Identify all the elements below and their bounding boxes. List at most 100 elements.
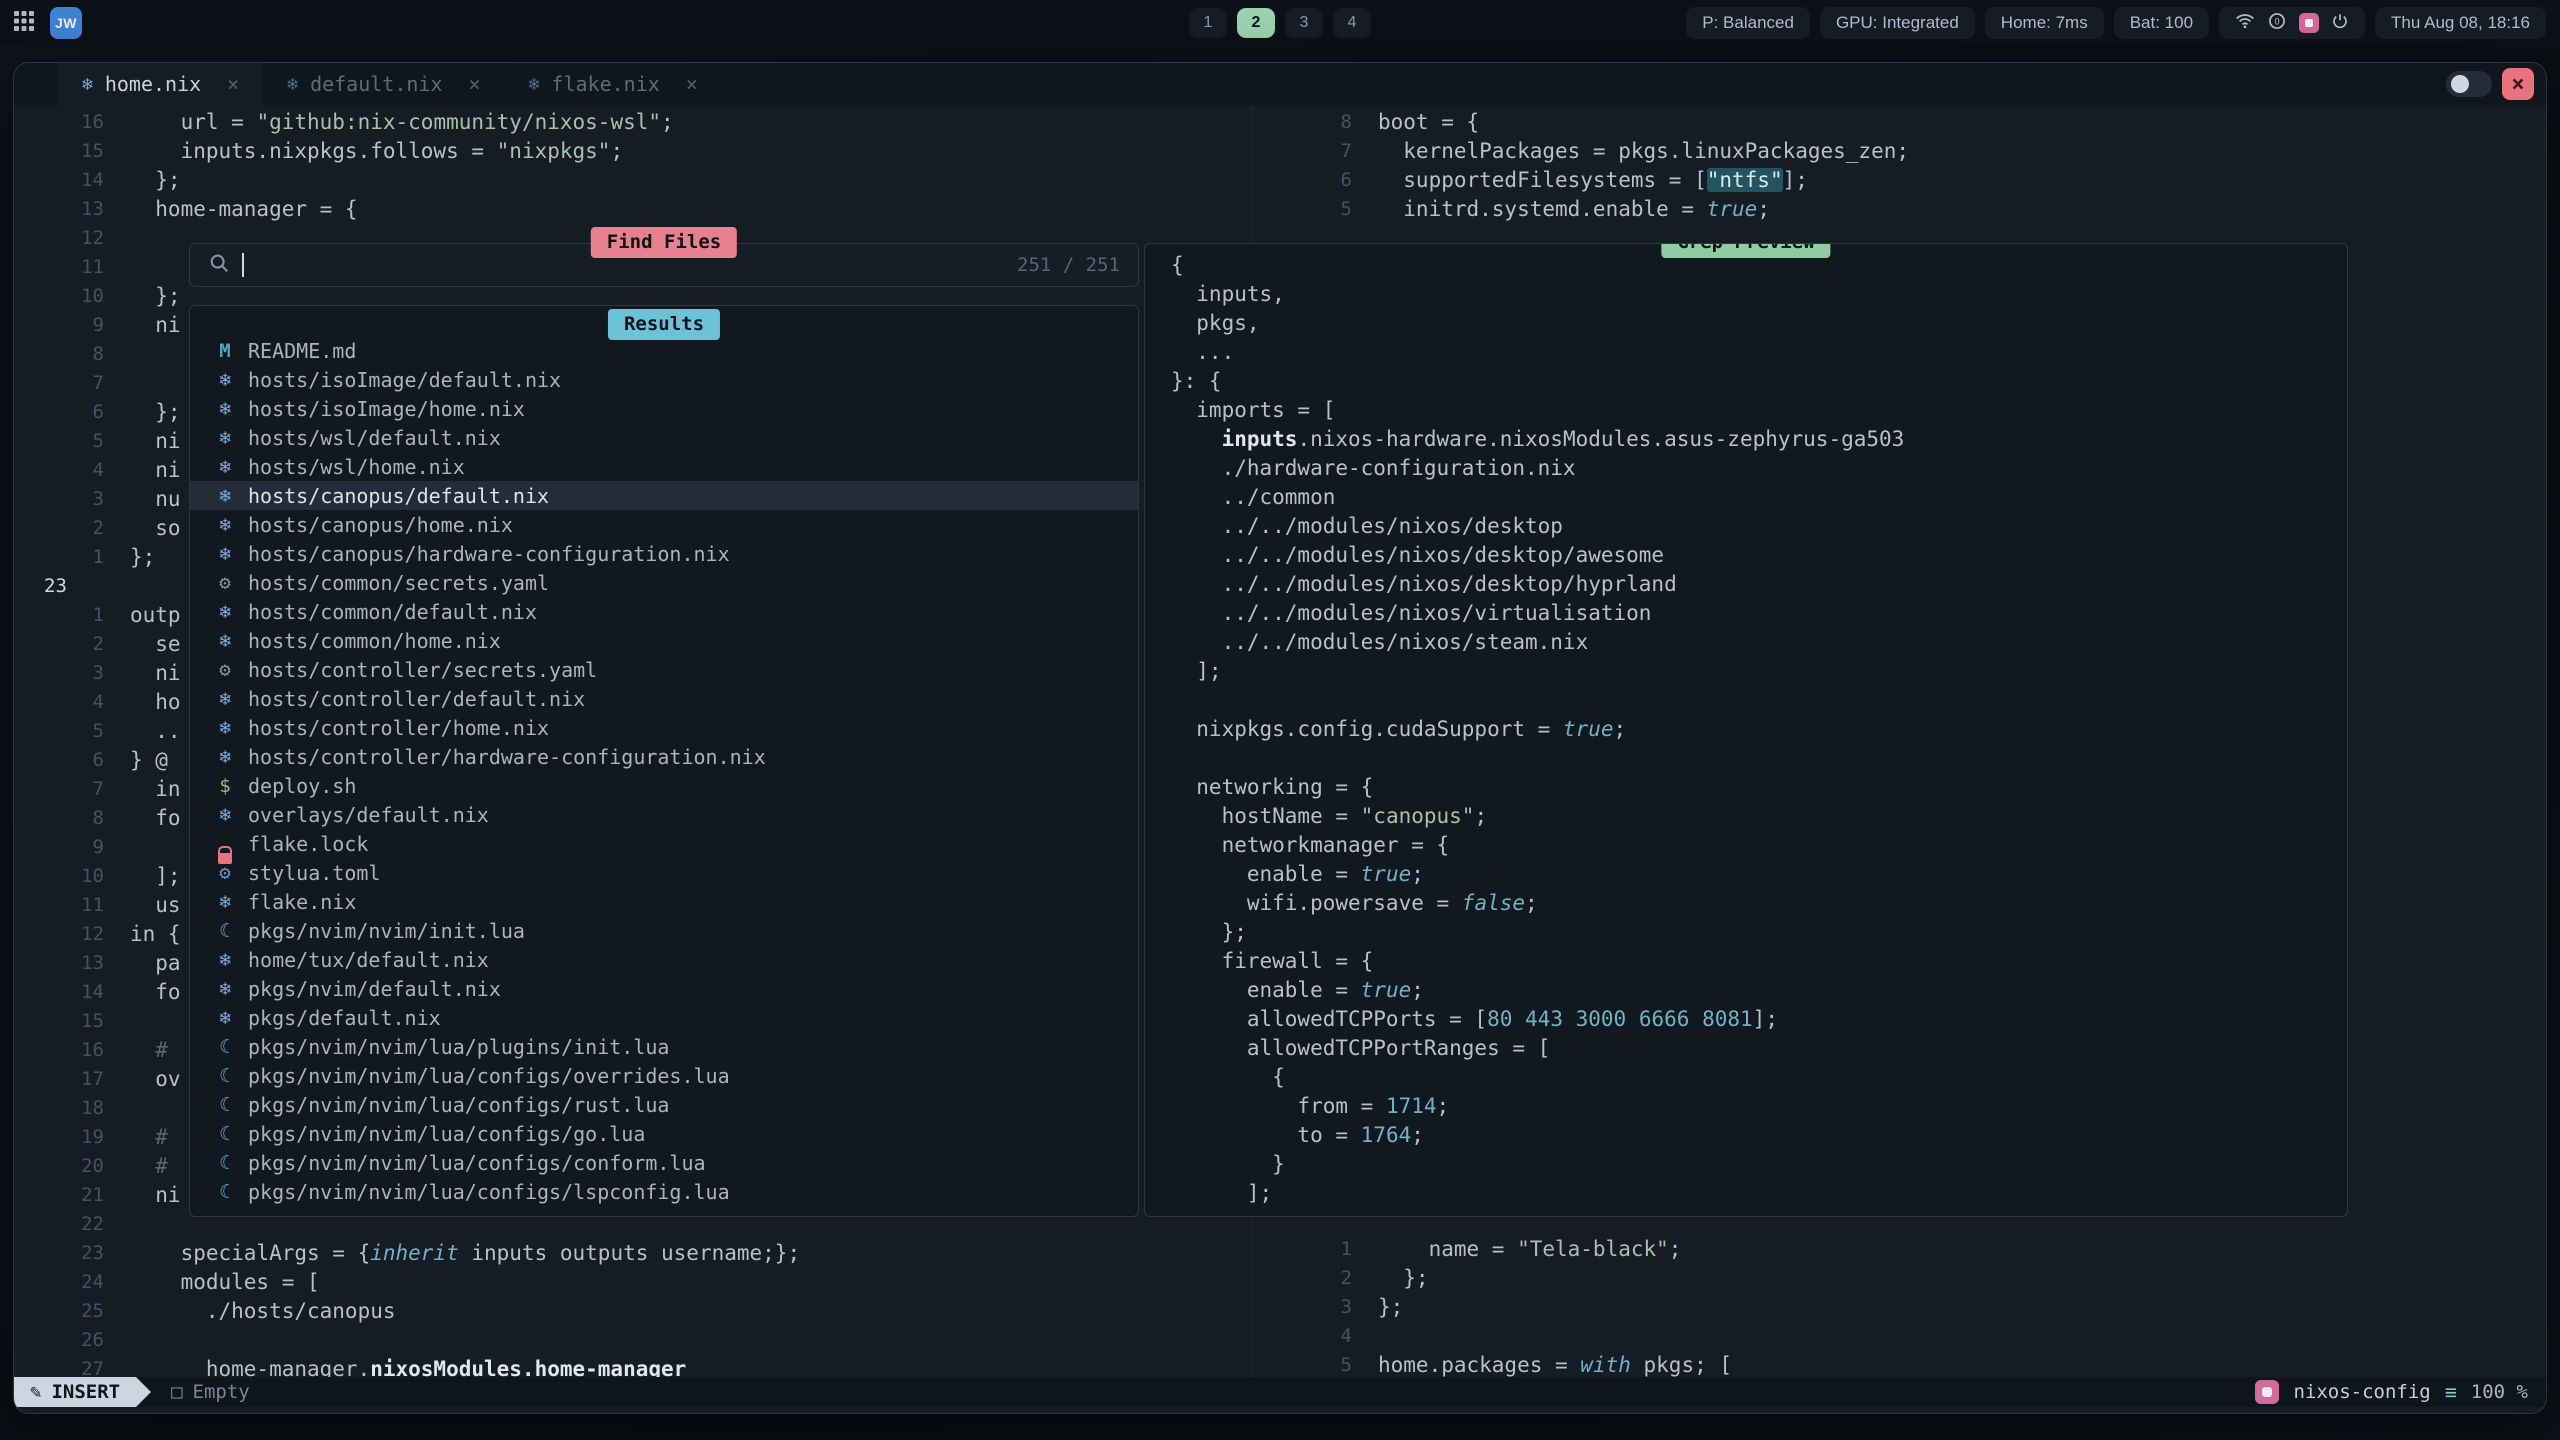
- result-item[interactable]: ☾pkgs/nvim/nvim/init.lua: [190, 916, 1138, 945]
- result-item[interactable]: ❄hosts/controller/hardware-configuration…: [190, 742, 1138, 771]
- result-item[interactable]: ❄hosts/canopus/hardware-configuration.ni…: [190, 539, 1138, 568]
- code-line[interactable]: from = 1714;: [1171, 1091, 2347, 1120]
- editor-tab[interactable]: ❄home.nix×: [58, 63, 263, 105]
- code-line[interactable]: ../common: [1171, 482, 2347, 511]
- code-line[interactable]: 7 kernelPackages = pkgs.linuxPackages_ze…: [1252, 136, 2544, 165]
- result-item[interactable]: ☾pkgs/nvim/nvim/lua/configs/conform.lua: [190, 1148, 1138, 1177]
- code-line[interactable]: allowedTCPPortRanges = [: [1171, 1033, 2347, 1062]
- code-line[interactable]: ./hardware-configuration.nix: [1171, 453, 2347, 482]
- code-line[interactable]: ];: [1171, 1178, 2347, 1207]
- code-line[interactable]: 3};: [1252, 1292, 2544, 1321]
- result-item[interactable]: ❄hosts/canopus/home.nix: [190, 510, 1138, 539]
- result-item[interactable]: ☾pkgs/nvim/nvim/lua/configs/go.lua: [190, 1119, 1138, 1148]
- code-line[interactable]: ../../modules/nixos/desktop/hyprland: [1171, 569, 2347, 598]
- clock[interactable]: Thu Aug 08, 18:16: [2375, 7, 2546, 39]
- editor-tab[interactable]: ❄default.nix×: [263, 63, 504, 105]
- status-module[interactable]: Bat: 100: [2114, 7, 2209, 39]
- code-line[interactable]: ../../modules/nixos/virtualisation: [1171, 598, 2347, 627]
- result-item[interactable]: ❄hosts/wsl/default.nix: [190, 423, 1138, 452]
- result-item[interactable]: ❄flake.nix: [190, 887, 1138, 916]
- tab-close-icon[interactable]: ×: [686, 72, 698, 96]
- code-line[interactable]: 8boot = {: [1252, 107, 2544, 136]
- result-item[interactable]: ☾pkgs/nvim/nvim/lua/plugins/init.lua: [190, 1032, 1138, 1061]
- result-item[interactable]: ❄hosts/isoImage/home.nix: [190, 394, 1138, 423]
- result-item[interactable]: ☾pkgs/nvim/nvim/lua/configs/rust.lua: [190, 1090, 1138, 1119]
- tab-close-icon[interactable]: ×: [469, 72, 481, 96]
- code-line[interactable]: networkmanager = {: [1171, 830, 2347, 859]
- result-item[interactable]: ❄hosts/canopus/default.nix: [190, 481, 1138, 510]
- result-item[interactable]: ❄overlays/default.nix: [190, 800, 1138, 829]
- code-line[interactable]: 16 url = "github:nix-community/nixos-wsl…: [34, 107, 1250, 136]
- code-line[interactable]: [1171, 743, 2347, 772]
- tab-close-icon[interactable]: ×: [227, 72, 239, 96]
- code-line[interactable]: enable = true;: [1171, 975, 2347, 1004]
- code-line[interactable]: ../../modules/nixos/desktop/awesome: [1171, 540, 2347, 569]
- code-line[interactable]: 5 initrd.systemd.enable = true;: [1252, 194, 2544, 223]
- result-item[interactable]: ❄hosts/common/home.nix: [190, 626, 1138, 655]
- code-line[interactable]: ];: [1171, 656, 2347, 685]
- code-line[interactable]: firewall = {: [1171, 946, 2347, 975]
- result-item[interactable]: MREADME.md: [190, 336, 1138, 365]
- status-module[interactable]: P: Balanced: [1686, 7, 1810, 39]
- code-line[interactable]: 2 };: [1252, 1263, 2544, 1292]
- active-app-badge[interactable]: JW: [50, 7, 82, 39]
- code-line[interactable]: 26: [34, 1325, 1250, 1354]
- code-line[interactable]: 25 ./hosts/canopus: [34, 1296, 1250, 1325]
- code-line[interactable]: inputs,: [1171, 279, 2347, 308]
- code-line[interactable]: allowedTCPPorts = [80 443 3000 6666 8081…: [1171, 1004, 2347, 1033]
- code-pane-right-bottom[interactable]: 1 name = "Tela-black";2 };3};45home.pack…: [1252, 1234, 2544, 1377]
- code-line[interactable]: }: [1171, 1149, 2347, 1178]
- code-line[interactable]: 24 modules = [: [34, 1267, 1250, 1296]
- result-item[interactable]: $deploy.sh: [190, 771, 1138, 800]
- code-line[interactable]: nixpkgs.config.cudaSupport = true;: [1171, 714, 2347, 743]
- result-item[interactable]: ⚙hosts/controller/secrets.yaml: [190, 655, 1138, 684]
- status-module[interactable]: Home: 7ms: [1985, 7, 2104, 39]
- code-pane-right-top[interactable]: 8boot = {7 kernelPackages = pkgs.linuxPa…: [1252, 107, 2544, 223]
- code-line[interactable]: pkgs,: [1171, 308, 2347, 337]
- workspace-button[interactable]: 1: [1189, 8, 1227, 38]
- result-item[interactable]: ☾pkgs/nvim/nvim/lua/configs/overrides.lu…: [190, 1061, 1138, 1090]
- result-item[interactable]: ❄hosts/wsl/home.nix: [190, 452, 1138, 481]
- workspace-button[interactable]: 4: [1333, 8, 1371, 38]
- code-line[interactable]: };: [1171, 917, 2347, 946]
- code-line[interactable]: ...: [1171, 337, 2347, 366]
- result-item[interactable]: ⚙stylua.toml: [190, 858, 1138, 887]
- result-item[interactable]: ☾pkgs/nvim/nvim/lua/configs/lspconfig.lu…: [190, 1177, 1138, 1206]
- system-tray[interactable]: 0: [2219, 7, 2365, 39]
- code-line[interactable]: [1171, 685, 2347, 714]
- app-launcher-icon[interactable]: [14, 11, 34, 36]
- code-line[interactable]: ../../modules/nixos/desktop: [1171, 511, 2347, 540]
- workspace-button[interactable]: 3: [1285, 8, 1323, 38]
- code-line[interactable]: 1 name = "Tela-black";: [1252, 1234, 2544, 1263]
- code-line[interactable]: imports = [: [1171, 395, 2347, 424]
- code-line[interactable]: 14 };: [34, 165, 1250, 194]
- editor-area[interactable]: 16 url = "github:nix-community/nixos-wsl…: [14, 105, 2546, 1377]
- workspace-button[interactable]: 2: [1237, 8, 1275, 38]
- code-line[interactable]: hostName = "canopus";: [1171, 801, 2347, 830]
- code-line[interactable]: 6 supportedFilesystems = ["ntfs"];: [1252, 165, 2544, 194]
- code-line[interactable]: ../../modules/nixos/steam.nix: [1171, 627, 2347, 656]
- find-files-prompt[interactable]: Find Files 251 / 251: [189, 243, 1139, 287]
- result-item[interactable]: ❄pkgs/nvim/default.nix: [190, 974, 1138, 1003]
- code-line[interactable]: to = 1764;: [1171, 1120, 2347, 1149]
- result-item[interactable]: ❄home/tux/default.nix: [190, 945, 1138, 974]
- code-line[interactable]: {: [1171, 1062, 2347, 1091]
- result-item[interactable]: ❄hosts/controller/home.nix: [190, 713, 1138, 742]
- result-item[interactable]: ❄hosts/common/default.nix: [190, 597, 1138, 626]
- code-line[interactable]: inputs.nixos-hardware.nixosModules.asus-…: [1171, 424, 2347, 453]
- result-item[interactable]: ❄hosts/isoImage/default.nix: [190, 365, 1138, 394]
- code-line[interactable]: 5home.packages = with pkgs; [: [1252, 1350, 2544, 1377]
- zen-toggle[interactable]: [2446, 71, 2492, 97]
- result-item[interactable]: ⚙hosts/common/secrets.yaml: [190, 568, 1138, 597]
- result-item[interactable]: ❄pkgs/default.nix: [190, 1003, 1138, 1032]
- code-line[interactable]: 23 specialArgs = {inherit inputs outputs…: [34, 1238, 1250, 1267]
- code-line[interactable]: wifi.powersave = false;: [1171, 888, 2347, 917]
- code-line[interactable]: 4: [1252, 1321, 2544, 1350]
- result-item[interactable]: ❄hosts/controller/default.nix: [190, 684, 1138, 713]
- status-module[interactable]: GPU: Integrated: [1820, 7, 1975, 39]
- code-line[interactable]: enable = true;: [1171, 859, 2347, 888]
- code-line[interactable]: 15 inputs.nixpkgs.follows = "nixpkgs";: [34, 136, 1250, 165]
- code-line[interactable]: }: {: [1171, 366, 2347, 395]
- window-close-button[interactable]: ×: [2502, 68, 2534, 100]
- code-line[interactable]: networking = {: [1171, 772, 2347, 801]
